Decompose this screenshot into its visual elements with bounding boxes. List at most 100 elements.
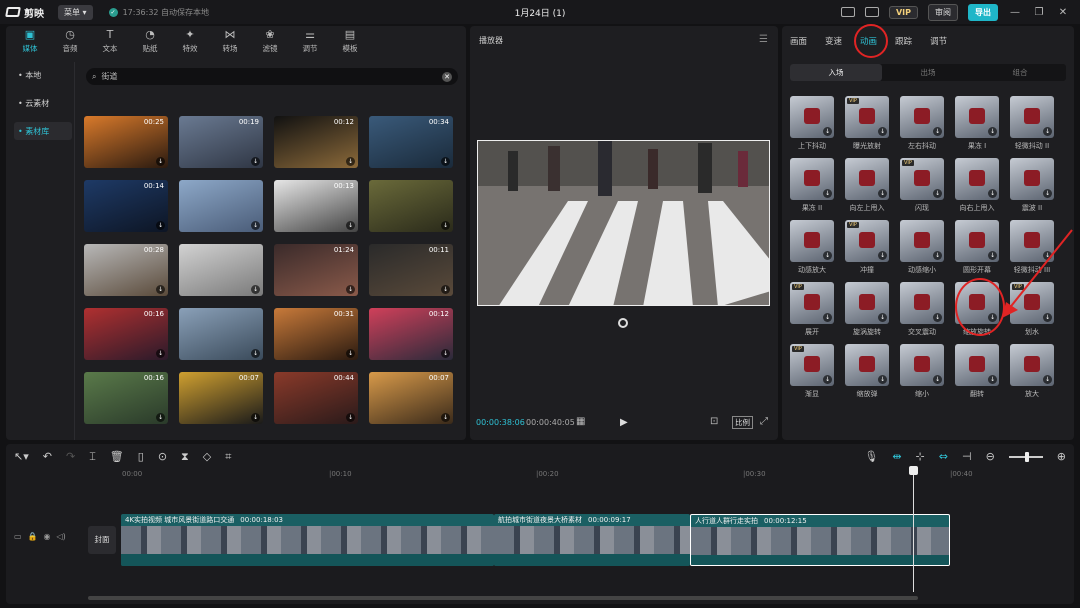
download-icon[interactable]: ↓	[156, 285, 165, 294]
media-thumbnail[interactable]: ↓	[179, 180, 263, 232]
download-icon[interactable]: ↓	[878, 375, 887, 384]
preview-axis-icon[interactable]: ⊹	[916, 450, 925, 463]
tab-sticker[interactable]: ◔ 贴纸	[130, 29, 170, 55]
video-preview[interactable]	[477, 140, 770, 306]
download-icon[interactable]: ↓	[251, 349, 260, 358]
animation-preset[interactable]: VIP ↓	[845, 96, 889, 138]
zoom-in-icon[interactable]: ⊕	[1057, 450, 1066, 463]
media-thumbnail[interactable]: 01:24 ↓	[274, 244, 358, 296]
download-icon[interactable]: ↓	[1043, 375, 1052, 384]
media-thumbnail[interactable]: 00:14 ↓	[84, 180, 168, 232]
animation-preset[interactable]: VIP ↓	[790, 344, 834, 386]
playhead[interactable]	[913, 466, 914, 592]
media-thumbnail[interactable]: 00:19 ↓	[179, 116, 263, 168]
download-icon[interactable]: ↓	[441, 221, 450, 230]
playhead-handle[interactable]	[909, 466, 918, 475]
rotate-clip-icon[interactable]: ◇	[203, 450, 211, 464]
download-icon[interactable]: ↓	[933, 375, 942, 384]
video-clip[interactable]: 航拍城市街道夜景大桥素材 00:00:09:17	[494, 514, 690, 566]
export-button[interactable]: 导出	[968, 3, 998, 21]
layout-icon[interactable]	[864, 7, 879, 17]
animation-preset[interactable]: ↓	[955, 96, 999, 138]
mirror-icon[interactable]: ⧗	[181, 450, 189, 464]
reverse-icon[interactable]: ⊙	[158, 450, 167, 464]
download-icon[interactable]: ↓	[988, 189, 997, 198]
download-icon[interactable]: ↓	[878, 251, 887, 260]
tab-audio[interactable]: ◷ 音频	[50, 29, 90, 55]
close-icon[interactable]: ✕	[1056, 7, 1070, 18]
animation-preset[interactable]: ↓	[790, 158, 834, 200]
download-icon[interactable]: ↓	[156, 221, 165, 230]
media-thumbnail[interactable]: 00:25 ↓	[84, 116, 168, 168]
clear-search-icon[interactable]: ✕	[442, 71, 452, 82]
track-toggle-icon[interactable]: ▭	[14, 532, 22, 541]
download-icon[interactable]: ↓	[346, 157, 355, 166]
download-icon[interactable]: ↓	[346, 221, 355, 230]
animation-preset[interactable]: ↓	[1010, 158, 1054, 200]
video-clip[interactable]: 人行道人群行走实拍 00:00:12:15	[690, 514, 950, 566]
download-icon[interactable]: ↓	[823, 189, 832, 198]
download-icon[interactable]: ↓	[933, 189, 942, 198]
media-thumbnail[interactable]: 00:31 ↓	[274, 308, 358, 360]
tab-text[interactable]: T 文本	[90, 29, 130, 55]
download-icon[interactable]: ↓	[156, 413, 165, 422]
split-icon[interactable]: ⌶	[89, 450, 96, 464]
download-icon[interactable]: ↓	[823, 313, 832, 322]
tab-3[interactable]: 跟踪	[895, 35, 912, 47]
animation-preset[interactable]: ↓	[900, 220, 944, 262]
media-thumbnail[interactable]: ↓	[369, 180, 453, 232]
download-icon[interactable]: ↓	[156, 349, 165, 358]
media-thumbnail[interactable]: 00:07 ↓	[179, 372, 263, 424]
animation-preset[interactable]: ↓	[845, 344, 889, 386]
sidebar-item[interactable]: • 云素材	[14, 94, 72, 112]
subtab-0[interactable]: 入场	[790, 64, 882, 81]
minimize-icon[interactable]: —	[1008, 7, 1022, 18]
download-icon[interactable]: ↓	[933, 313, 942, 322]
time-ruler[interactable]: 00:00 |00:10 |00:20 |00:30 |00:40	[86, 468, 1066, 482]
download-icon[interactable]: ↓	[251, 221, 260, 230]
media-thumbnail[interactable]: ↓	[179, 308, 263, 360]
microphone-icon[interactable]: 🎙	[864, 450, 878, 463]
download-icon[interactable]: ↓	[441, 157, 450, 166]
select-tool-icon[interactable]: ↖▾	[14, 450, 29, 464]
snap-icon[interactable]: ⇔	[939, 450, 948, 463]
subtab-2[interactable]: 组合	[974, 64, 1066, 81]
download-icon[interactable]: ↓	[988, 375, 997, 384]
zoom-out-icon[interactable]: ⊖	[986, 450, 995, 463]
media-thumbnail[interactable]: 00:44 ↓	[274, 372, 358, 424]
tab-media[interactable]: ▣ 媒体	[10, 29, 50, 55]
download-icon[interactable]: ↓	[878, 127, 887, 136]
cover-button[interactable]: 封面	[88, 526, 116, 554]
play-button[interactable]: ▶	[620, 417, 628, 428]
link-icon[interactable]: ⇹	[892, 450, 901, 463]
player-menu-icon[interactable]: ☰	[759, 34, 768, 45]
media-thumbnail[interactable]: 00:12 ↓	[369, 308, 453, 360]
media-thumbnail[interactable]: 00:11 ↓	[369, 244, 453, 296]
download-icon[interactable]: ↓	[878, 189, 887, 198]
download-icon[interactable]: ↓	[823, 251, 832, 260]
animation-preset[interactable]: ↓	[790, 220, 834, 262]
timeline-scrollbar[interactable]	[88, 596, 918, 600]
tab-filter[interactable]: ❀ 滤镜	[250, 29, 290, 55]
download-icon[interactable]: ↓	[251, 285, 260, 294]
tab-0[interactable]: 画面	[790, 35, 807, 47]
ratio-button[interactable]: 比例	[732, 416, 753, 429]
volume-icon[interactable]: ◁)	[57, 532, 66, 541]
download-icon[interactable]: ↓	[878, 313, 887, 322]
download-icon[interactable]: ↓	[823, 127, 832, 136]
freeze-icon[interactable]: ▯	[138, 450, 144, 464]
eye-icon[interactable]: ◉	[44, 532, 51, 541]
animation-preset[interactable]: VIP ↓	[900, 158, 944, 200]
download-icon[interactable]: ↓	[346, 349, 355, 358]
tab-transition[interactable]: ⋈ 转场	[210, 29, 250, 55]
split-view-icon[interactable]: ⊣	[962, 450, 972, 463]
fit-screen-icon[interactable]: ⊡	[710, 416, 718, 427]
media-thumbnail[interactable]: 00:07 ↓	[369, 372, 453, 424]
download-icon[interactable]: ↓	[251, 157, 260, 166]
animation-preset[interactable]: VIP ↓	[845, 220, 889, 262]
shortcut-icon[interactable]	[840, 7, 855, 17]
download-icon[interactable]: ↓	[441, 285, 450, 294]
download-icon[interactable]: ↓	[823, 375, 832, 384]
vip-button[interactable]: VIP	[888, 5, 918, 19]
tab-4[interactable]: 调节	[930, 35, 947, 47]
